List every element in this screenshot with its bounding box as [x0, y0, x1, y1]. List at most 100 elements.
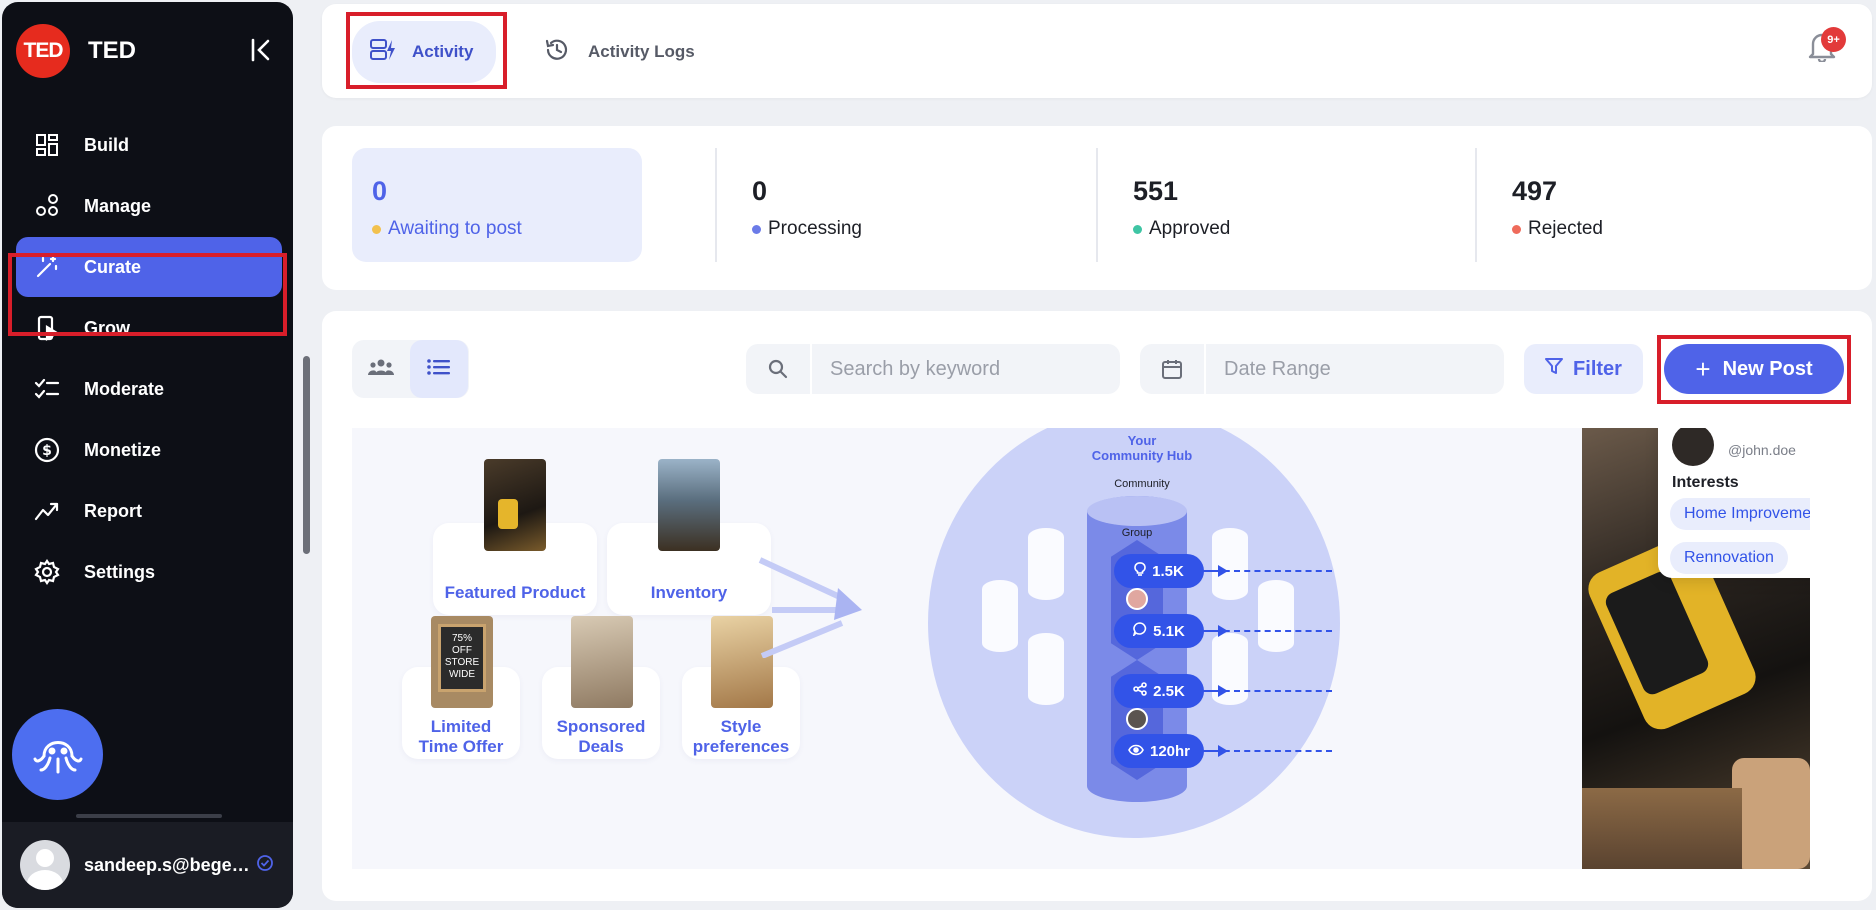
tab-bar: Activity Activity Logs — [322, 4, 1872, 98]
search-icon — [746, 359, 810, 379]
stat-rejected[interactable]: 497 Rejected — [1492, 148, 1782, 262]
comment-icon — [1132, 622, 1147, 640]
interests-title: Interests — [1672, 474, 1739, 491]
view-toggle — [352, 340, 469, 398]
divider — [1096, 148, 1098, 262]
sidebar-item-monetize[interactable]: $ Monetize — [16, 420, 282, 480]
metric-likes: 1.5K — [1114, 554, 1204, 588]
hub-community-label: Community — [1114, 478, 1170, 490]
divider — [715, 148, 717, 262]
metric-shares: 2.5K — [1114, 674, 1204, 708]
stats-panel: 0 Awaiting to post 0 Processing 551 Appr… — [322, 126, 1872, 290]
divider — [1475, 148, 1477, 262]
scroll-indicator — [76, 814, 222, 818]
card-label: Time Offer — [418, 737, 504, 756]
stat-processing[interactable]: 0 Processing — [732, 148, 1022, 262]
stat-awaiting[interactable]: 0 Awaiting to post — [352, 148, 642, 262]
stat-approved[interactable]: 551 Approved — [1113, 148, 1403, 262]
octopus-bot-icon[interactable] — [12, 709, 103, 800]
stat-value: 551 — [1133, 176, 1179, 206]
stat-label: Approved — [1149, 218, 1231, 239]
sidebar-item-manage[interactable]: Manage — [16, 176, 282, 236]
status-dot — [372, 224, 381, 234]
user-profile[interactable]: sandeep.s@begenuin.com — [2, 822, 293, 908]
notification-badge: 9+ — [1821, 27, 1846, 52]
highlight-box — [346, 12, 507, 89]
sign-text: OFF — [452, 645, 472, 656]
highlight-box — [1657, 335, 1851, 404]
trend-chart-icon — [32, 496, 62, 526]
sidebar: TED TED Build Manage Curate Grow Moderat… — [2, 2, 293, 908]
dollar-circle-icon: $ — [32, 435, 62, 465]
metric-value: 1.5K — [1152, 562, 1184, 580]
stat-label: Rejected — [1528, 218, 1603, 239]
avatar — [1672, 428, 1714, 466]
calendar-icon — [1140, 358, 1204, 380]
filter-button[interactable]: Filter — [1524, 344, 1643, 394]
grid-icon — [32, 130, 62, 160]
stat-value: 0 — [372, 176, 388, 206]
metric-views: 120hr — [1114, 734, 1204, 768]
list-view-button[interactable] — [410, 340, 468, 398]
tab-label: Activity Logs — [588, 42, 695, 61]
card-label: Featured Product — [444, 583, 586, 602]
nodes-icon — [32, 191, 62, 221]
sign-text: STORE — [444, 657, 480, 668]
ted-logo: TED — [16, 24, 70, 78]
stat-label: Processing — [768, 218, 862, 239]
checklist-icon — [32, 374, 62, 404]
share-icon — [1133, 682, 1147, 700]
deals-photo — [571, 616, 633, 708]
profile-handle: @john.doe — [1728, 442, 1796, 458]
stat-value: 497 — [1512, 176, 1558, 206]
flow-arrows — [758, 557, 862, 658]
history-icon — [544, 37, 570, 68]
avatar — [20, 840, 70, 890]
sidebar-item-label: Settings — [84, 561, 156, 582]
date-range-field — [1140, 344, 1504, 394]
sidebar-item-label: Moderate — [84, 378, 165, 399]
sign-text: WIDE — [448, 669, 476, 680]
grid-view-button[interactable] — [352, 340, 410, 398]
user-email: sandeep.s@begenuin.com — [84, 854, 252, 875]
avatar — [1126, 588, 1148, 610]
card-label: Deals — [578, 737, 624, 756]
collapse-sidebar-icon[interactable] — [248, 36, 276, 64]
list-icon — [427, 358, 451, 381]
metric-comments: 5.1K — [1114, 614, 1204, 648]
interest-chip: Rennovation — [1670, 542, 1788, 574]
highlight-box — [8, 253, 287, 336]
avatar — [1126, 708, 1148, 730]
sidebar-item-settings[interactable]: Settings — [16, 542, 282, 602]
card-label: preferences — [692, 737, 790, 756]
search-field — [746, 344, 1120, 394]
eye-icon — [1128, 743, 1144, 760]
sidebar-item-report[interactable]: Report — [16, 481, 282, 541]
verified-badge-icon — [256, 854, 274, 877]
sidebar-item-moderate[interactable]: Moderate — [16, 359, 282, 419]
hub-group-label: Group — [1121, 527, 1153, 539]
post-preview-image[interactable]: Featured Product Inventory Limited Time … — [352, 428, 1810, 869]
sign-text: 75% — [451, 633, 472, 644]
card-label: Inventory — [650, 583, 728, 602]
filter-label: Filter — [1573, 357, 1622, 380]
sidebar-item-label: Build — [84, 134, 129, 155]
status-dot — [1133, 224, 1142, 234]
gear-icon — [32, 557, 62, 587]
profile-card: @john.doe Interests Home Improvement Ren… — [1658, 428, 1810, 578]
sidebar-item-label: Report — [84, 500, 142, 521]
brand[interactable]: TED TED — [16, 24, 136, 78]
sidebar-item-label: Monetize — [84, 439, 162, 460]
stat-value: 0 — [752, 176, 768, 206]
sidebar-item-build[interactable]: Build — [16, 115, 282, 175]
inventory-photo — [658, 459, 720, 551]
date-range-input[interactable] — [1206, 357, 1486, 381]
tab-activity-logs[interactable]: Activity Logs — [544, 21, 695, 83]
sale-sign-photo: 75% OFF STORE WIDE — [431, 616, 493, 708]
metric-value: 5.1K — [1153, 622, 1185, 640]
brand-name: TED — [88, 37, 136, 64]
status-dot — [1512, 224, 1521, 234]
scrollbar[interactable] — [303, 356, 310, 554]
search-input[interactable] — [812, 357, 1092, 381]
status-dot — [752, 224, 761, 234]
